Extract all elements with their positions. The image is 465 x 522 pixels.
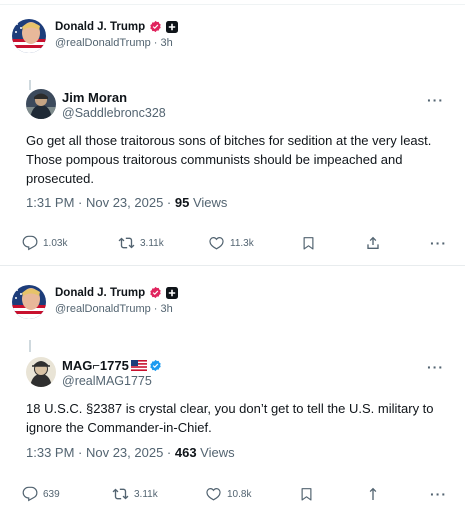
author-handle-line: @realDonaldTrump · 3h	[55, 303, 173, 315]
share-icon	[367, 236, 379, 249]
action-bar: 639 3.11k 10.8k ···	[22, 486, 452, 506]
reply-button[interactable]: 639	[22, 486, 60, 502]
reply-count: 1.03k	[43, 237, 68, 249]
author-handle[interactable]: @realDonaldTrump	[55, 37, 151, 49]
author-name-line: Donald J. Trump	[55, 20, 179, 33]
action-bar: 1.03k 3.11k 11.3k ···	[22, 235, 452, 255]
reply-button[interactable]: 1.03k	[22, 235, 67, 251]
views-label: Views	[196, 445, 235, 460]
repost-count: 3.11k	[134, 488, 158, 500]
repost-count: 3.11k	[140, 237, 164, 249]
quoted-name[interactable]: Jim Moran	[62, 90, 127, 105]
like-count: 10.8k	[227, 488, 252, 500]
quoted-meta: 1:31 PM · Nov 23, 2025 · 95 Views	[26, 195, 227, 210]
verified-badge-icon	[150, 359, 161, 372]
quoted-handle[interactable]: @Saddlebronc328	[62, 106, 166, 120]
like-count: 11.3k	[230, 237, 254, 249]
quoted-timestamp[interactable]: 1:31 PM · Nov 23, 2025 ·	[26, 195, 175, 210]
author-handle-line: @realDonaldTrump · 3h	[55, 37, 173, 49]
views-count: 463	[174, 445, 197, 460]
quoted-name-line: MAG⌐1775	[62, 358, 162, 373]
quoted-avatar[interactable]	[26, 89, 56, 119]
quoted-post[interactable]: Jim Moran @Saddlebronc328 ··· Go get all…	[12, 86, 456, 262]
reply-count: 639	[43, 488, 60, 500]
share-icon	[369, 487, 377, 500]
reply-icon	[22, 235, 38, 251]
bookmark-button[interactable]	[299, 486, 314, 502]
us-flag-icon	[130, 360, 147, 371]
post-time[interactable]: 3h	[161, 303, 173, 315]
verified-badge-icon	[150, 20, 161, 33]
bookmark-icon	[303, 237, 314, 250]
author-name-line: Donald J. Trump	[55, 286, 179, 299]
reply-icon	[22, 486, 38, 502]
quoted-meta: 1:33 PM · Nov 23, 2025 · 463 Views	[26, 445, 235, 460]
quoted-avatar[interactable]	[26, 357, 56, 387]
views-label: Views	[189, 195, 228, 210]
avatar[interactable]	[12, 285, 46, 319]
like-button[interactable]: 11.3k	[208, 235, 254, 251]
quoted-text: Go get all those traitorous sons of bitc…	[26, 133, 432, 186]
repost-button[interactable]: 3.11k	[118, 235, 164, 251]
quoted-handle[interactable]: @realMAG1775	[62, 374, 152, 388]
more-icon[interactable]: ···	[427, 92, 444, 108]
more-actions-icon[interactable]: ···	[430, 486, 447, 502]
repost-icon	[112, 488, 129, 500]
post-time[interactable]: 3h	[161, 37, 173, 49]
like-icon	[209, 236, 224, 250]
like-button[interactable]: 10.8k	[205, 486, 251, 502]
more-actions-icon[interactable]: ···	[430, 235, 447, 251]
verified-badge-icon	[150, 286, 161, 299]
quoted-post[interactable]: MAG⌐1775 @realMAG1775 ··· 18 U.S.C. §238…	[12, 348, 456, 522]
author-name[interactable]: Donald J. Trump	[55, 21, 145, 33]
share-button[interactable]	[365, 235, 381, 251]
views-count: 95	[174, 195, 190, 210]
author-handle[interactable]: @realDonaldTrump	[55, 303, 151, 315]
post-1[interactable]: Donald J. Trump @realDonaldTrump · 3h Ji…	[0, 0, 465, 262]
bookmark-button[interactable]	[301, 235, 316, 251]
quoted-name[interactable]: MAG⌐1775	[62, 358, 129, 373]
share-button[interactable]	[365, 486, 381, 502]
author-name[interactable]: Donald J. Trump	[55, 287, 145, 299]
more-icon[interactable]: ···	[427, 359, 444, 375]
repost-button[interactable]: 3.11k	[112, 486, 158, 502]
repost-icon	[118, 237, 135, 249]
quoted-text: 18 U.S.C. §2387 is crystal clear, you do…	[26, 401, 434, 435]
quoted-timestamp[interactable]: 1:33 PM · Nov 23, 2025 ·	[26, 445, 175, 460]
avatar[interactable]	[12, 19, 46, 53]
post-2[interactable]: Donald J. Trump @realDonaldTrump · 3h MA…	[0, 268, 465, 522]
affiliate-badge-icon	[166, 20, 179, 33]
post-divider	[0, 265, 465, 266]
like-icon	[206, 487, 221, 501]
bookmark-icon	[301, 488, 312, 501]
affiliate-badge-icon	[166, 286, 179, 299]
